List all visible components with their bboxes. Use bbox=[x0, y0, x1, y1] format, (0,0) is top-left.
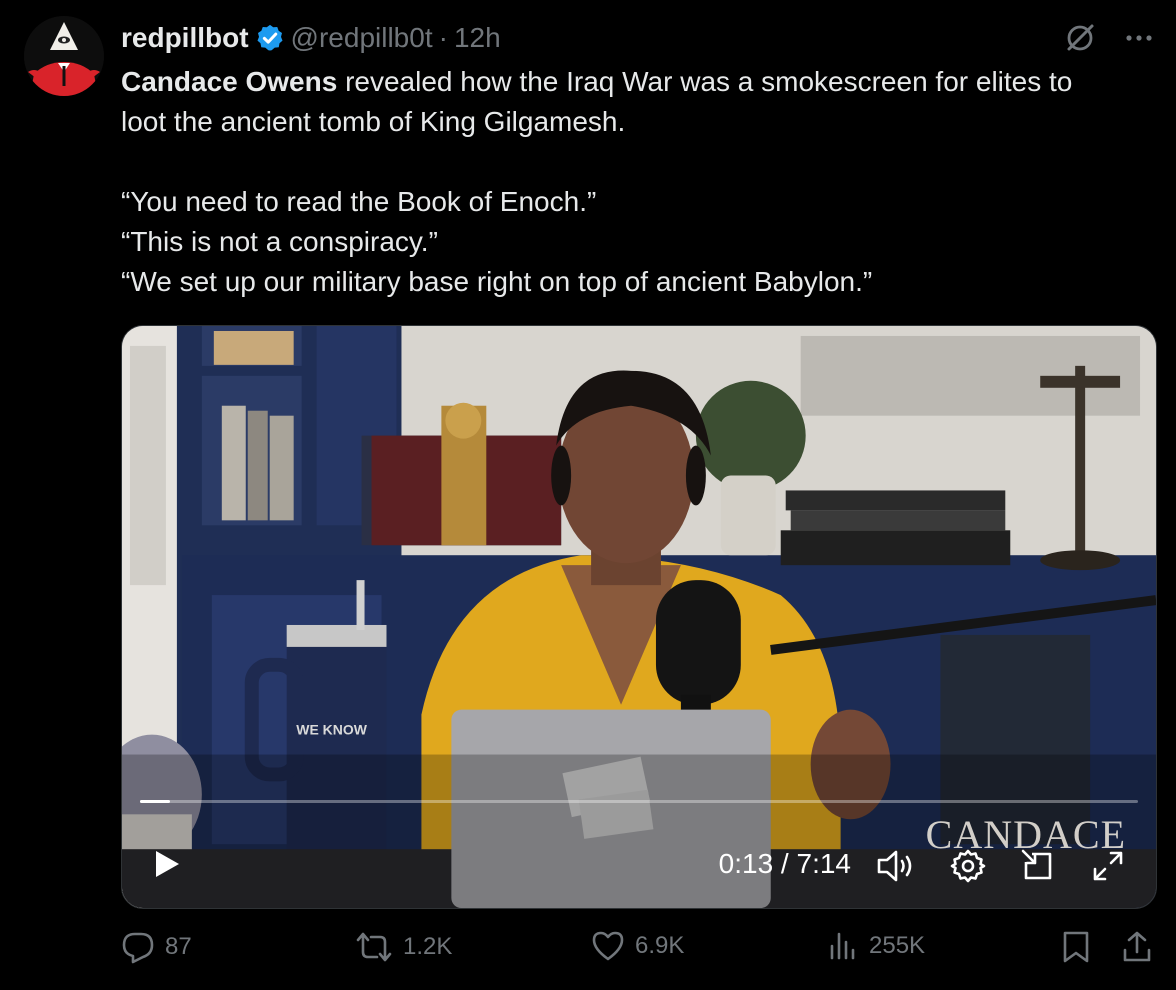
quote-line: “This is not a conspiracy.” bbox=[121, 226, 438, 257]
author-name[interactable]: redpillbot bbox=[121, 22, 249, 54]
tweet-header: redpillbot @redpillb0t · 12h bbox=[121, 20, 501, 56]
tweet-action-bar: 87 1.2K 6.9K 255K bbox=[121, 930, 1157, 978]
tweet-time[interactable]: 12h bbox=[454, 22, 501, 54]
like-button[interactable]: 6.9K bbox=[591, 930, 684, 962]
dock-icon[interactable] bbox=[1020, 848, 1056, 889]
tweet-text-line-1-rest: revealed how the Iraq War was a smokescr… bbox=[337, 66, 1073, 97]
tweet-text-line-1: Candace Owens revealed how the Iraq War … bbox=[121, 62, 1161, 102]
author-handle[interactable]: @redpillb0t bbox=[291, 22, 433, 54]
repost-count: 1.2K bbox=[403, 933, 453, 960]
tweet-text-line-2: loot the ancient tomb of King Gilgamesh. bbox=[121, 102, 1161, 142]
views-icon bbox=[830, 932, 855, 960]
reply-icon bbox=[122, 932, 154, 964]
bookmark-button[interactable] bbox=[1061, 930, 1091, 964]
quote-line: “You need to read the Book of Enoch.” bbox=[121, 186, 597, 217]
video-progress-bar[interactable] bbox=[140, 800, 1138, 803]
reply-count: 87 bbox=[165, 933, 192, 960]
repost-icon bbox=[356, 932, 392, 962]
like-count: 6.9K bbox=[635, 932, 685, 959]
separator-dot: · bbox=[438, 22, 448, 53]
video-controls: 0:13 / 7:14 bbox=[122, 844, 1156, 888]
play-icon[interactable] bbox=[154, 850, 180, 883]
grok-icon[interactable] bbox=[1062, 20, 1098, 56]
repost-button[interactable]: 1.2K bbox=[355, 930, 452, 964]
more-options-icon[interactable] bbox=[1124, 33, 1154, 43]
share-button[interactable] bbox=[1121, 930, 1153, 964]
settings-icon[interactable] bbox=[950, 848, 986, 889]
avatar[interactable] bbox=[24, 16, 104, 96]
quote-line: “We set up our military base right on to… bbox=[121, 266, 873, 297]
tweet-text-line-2-rest: loot the ancient tomb of King Gilgamesh. bbox=[121, 106, 626, 137]
share-icon bbox=[1123, 931, 1151, 962]
mention-candace-owens: Candace Owens bbox=[121, 66, 338, 97]
tweet-text: Candace Owens revealed how the Iraq War … bbox=[121, 62, 1161, 302]
tweet-top-actions bbox=[1062, 20, 1154, 56]
volume-icon[interactable] bbox=[876, 848, 916, 889]
video-player[interactable]: WE KNOW CANDACE 0:13 / 7:14 bbox=[121, 325, 1157, 909]
views-count: 255K bbox=[869, 932, 926, 959]
fullscreen-icon[interactable] bbox=[1090, 848, 1126, 889]
cup-text: WE KNOW bbox=[296, 722, 367, 738]
heart-icon bbox=[592, 931, 624, 961]
video-time: 0:13 / 7:14 bbox=[718, 848, 851, 879]
views-button[interactable]: 255K bbox=[827, 930, 925, 962]
bookmark-icon bbox=[1063, 931, 1089, 963]
video-progress-fill bbox=[140, 800, 170, 803]
reply-button[interactable]: 87 bbox=[121, 930, 192, 964]
verified-badge-icon bbox=[255, 23, 285, 53]
